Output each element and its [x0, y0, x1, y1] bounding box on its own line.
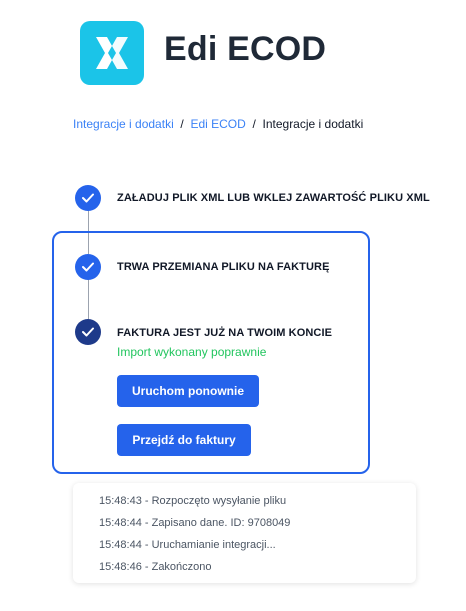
breadcrumb: Integracje i dodatki / Edi ECOD / Integr…	[73, 117, 363, 131]
breadcrumb-current: Integracje i dodatki	[262, 117, 364, 131]
breadcrumb-link-edi-ecod[interactable]: Edi ECOD	[190, 117, 245, 131]
step-2-check-icon	[75, 254, 101, 280]
page: Edi ECOD Integracje i dodatki / Edi ECOD…	[0, 0, 466, 611]
breadcrumb-link-integrations[interactable]: Integracje i dodatki	[73, 117, 174, 131]
import-log-panel: 15:48:43 - Rozpoczęto wysyłanie pliku 15…	[73, 483, 416, 583]
step-1-label: ZAŁADUJ PLIK XML LUB WKLEJ ZAWARTOŚĆ PLI…	[117, 192, 430, 204]
log-line: 15:48:44 - Uruchamianie integracji...	[99, 539, 276, 551]
step-3-label: FAKTURA JEST JUŻ NA TWOIM KONCIE	[117, 327, 333, 339]
go-to-invoice-button[interactable]: Przejdź do faktury	[117, 424, 251, 456]
breadcrumb-separator: /	[177, 117, 188, 131]
breadcrumb-separator: /	[249, 117, 260, 131]
log-line: 15:48:46 - Zakończono	[99, 561, 212, 573]
import-success-message: Import wykonany poprawnie	[117, 345, 267, 359]
app-title: Edi ECOD	[164, 30, 327, 68]
step-3-check-icon	[75, 319, 101, 345]
restart-button[interactable]: Uruchom ponownie	[117, 375, 259, 407]
step-1-check-icon	[75, 185, 101, 211]
step-2-label: TRWA PRZEMIANA PLIKU NA FAKTURĘ	[117, 261, 330, 273]
log-line: 15:48:43 - Rozpoczęto wysyłanie pliku	[99, 495, 287, 507]
log-line: 15:48:44 - Zapisano dane. ID: 9708049	[99, 517, 291, 529]
ecod-logo-icon	[80, 21, 144, 85]
